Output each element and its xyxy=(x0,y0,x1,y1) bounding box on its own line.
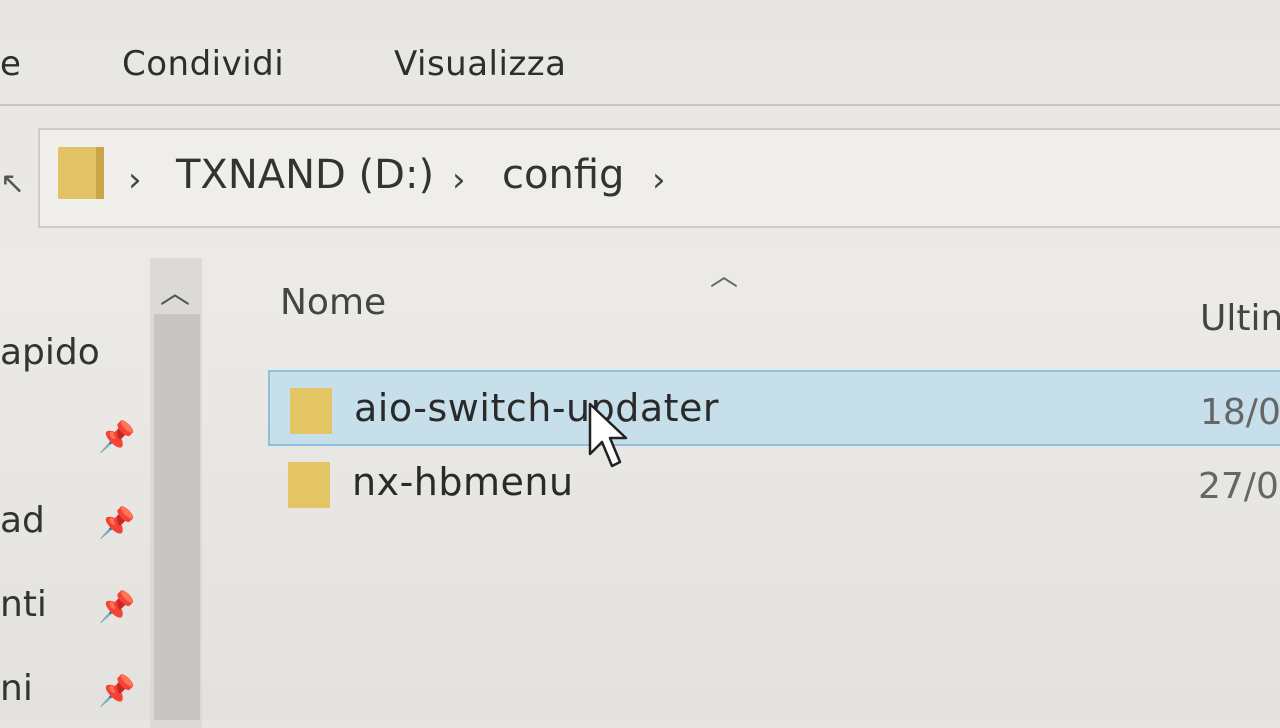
ribbon-tab-file[interactable]: e xyxy=(0,44,21,84)
up-arrow-icon[interactable]: ↖ xyxy=(0,166,25,201)
nav-item-documents[interactable]: nti xyxy=(0,584,47,625)
breadcrumb-separator-icon[interactable]: › xyxy=(652,160,666,200)
ribbon-tab-view[interactable]: Visualizza xyxy=(394,44,566,84)
column-header-name[interactable]: Nome xyxy=(280,282,386,323)
scroll-up-icon[interactable]: ︿ xyxy=(160,268,190,312)
pin-icon[interactable]: 📌 xyxy=(98,506,135,541)
column-header-modified[interactable]: Ultin xyxy=(1200,298,1280,339)
breadcrumb-drive[interactable]: TXNAND (D:) xyxy=(176,152,434,198)
pin-icon[interactable]: 📌 xyxy=(98,420,135,455)
breadcrumb-separator-icon[interactable]: › xyxy=(452,160,466,200)
pin-icon[interactable]: 📌 xyxy=(98,590,135,625)
folder-icon xyxy=(290,388,332,434)
list-item[interactable]: aio-switch-updater 18/0 xyxy=(268,370,1280,446)
list-item[interactable]: nx-hbmenu 27/0 xyxy=(268,446,1280,522)
ribbon: e Condividi Visualizza xyxy=(0,0,1280,110)
pin-icon[interactable]: 📌 xyxy=(98,674,135,709)
breadcrumb-separator-icon[interactable]: › xyxy=(128,160,142,200)
folder-icon xyxy=(58,147,104,199)
breadcrumb-config[interactable]: config xyxy=(502,152,624,198)
file-name: aio-switch-updater xyxy=(354,386,720,430)
nav-item-pictures[interactable]: ni xyxy=(0,668,33,709)
nav-item-quick-access[interactable]: apido xyxy=(0,332,100,373)
mouse-cursor-icon xyxy=(588,402,628,468)
nav-item-download[interactable]: ad xyxy=(0,500,45,541)
ribbon-tab-share[interactable]: Condividi xyxy=(122,44,284,84)
folder-icon xyxy=(288,462,330,508)
ribbon-divider xyxy=(0,104,1280,106)
file-name: nx-hbmenu xyxy=(352,460,574,504)
file-date: 27/0 xyxy=(1198,466,1279,507)
scrollbar-thumb[interactable] xyxy=(154,314,200,720)
sort-ascending-icon: ︿ xyxy=(710,259,739,292)
file-date: 18/0 xyxy=(1200,392,1280,433)
